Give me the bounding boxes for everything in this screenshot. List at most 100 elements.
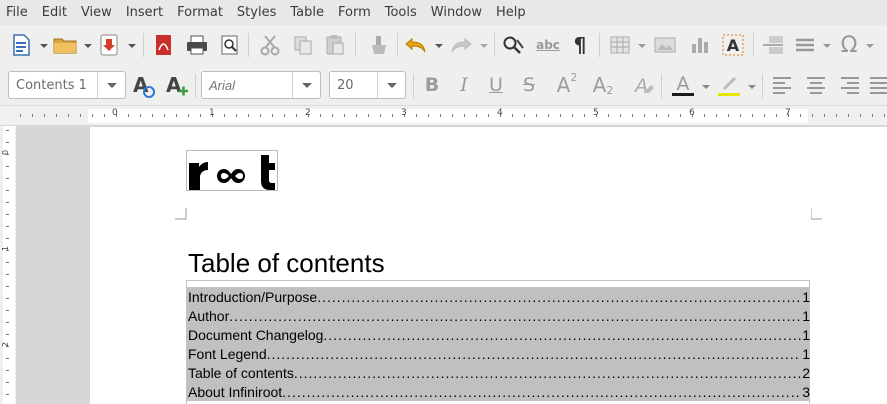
menu-insert[interactable]: Insert xyxy=(120,0,171,25)
open-dropdown-arrow[interactable] xyxy=(84,44,92,48)
font-color-dropdown-arrow[interactable] xyxy=(702,85,710,89)
ruler-tick xyxy=(332,114,333,117)
paste-icon[interactable] xyxy=(322,32,348,58)
menu-form[interactable]: Form xyxy=(332,0,379,25)
new-dropdown-arrow[interactable] xyxy=(40,44,48,48)
undo-dropdown-arrow[interactable] xyxy=(435,44,443,48)
ruler-tick xyxy=(740,114,741,117)
font-name-dropdown[interactable] xyxy=(292,72,320,98)
print-preview-icon[interactable] xyxy=(217,32,243,58)
toc-entry[interactable]: Author .................................… xyxy=(187,306,810,325)
spellcheck-icon[interactable]: abc xyxy=(535,32,561,58)
bold-button[interactable]: B xyxy=(419,72,445,98)
menu-table[interactable]: Table xyxy=(284,0,332,25)
formatting-marks-icon[interactable]: ¶ xyxy=(567,32,593,58)
special-char-dropdown-arrow[interactable] xyxy=(866,44,874,48)
new-document-icon[interactable] xyxy=(8,32,34,58)
save-icon[interactable] xyxy=(96,32,122,58)
field-dropdown-arrow[interactable] xyxy=(823,44,831,48)
redo-dropdown-arrow[interactable] xyxy=(480,44,488,48)
subscript-button[interactable]: A2 xyxy=(590,72,616,98)
vruler-tick xyxy=(6,310,9,311)
vruler-lane xyxy=(3,126,15,404)
toc-leader-dots: ........................................… xyxy=(293,364,801,381)
paragraph-style-combo[interactable]: Contents 1 xyxy=(8,71,126,99)
toc-entry[interactable]: Document Changelog .....................… xyxy=(187,325,810,344)
redo-icon[interactable] xyxy=(448,32,474,58)
ruler-tick xyxy=(224,114,225,117)
paragraph-style-value[interactable]: Contents 1 xyxy=(9,78,97,93)
ruler-tick xyxy=(536,114,537,117)
cut-icon[interactable] xyxy=(257,32,283,58)
menu-window[interactable]: Window xyxy=(425,0,490,25)
toc-entry-title: Introduction/Purpose xyxy=(187,288,318,305)
clear-formatting-icon[interactable]: A xyxy=(631,72,657,98)
spellcheck-label: abc xyxy=(536,38,560,52)
highlight-color-button[interactable] xyxy=(716,72,742,98)
ruler-tick xyxy=(860,114,861,117)
underline-button[interactable]: U xyxy=(483,72,509,98)
font-size-value[interactable]: 20 xyxy=(330,78,377,93)
superscript-letter: A xyxy=(556,73,571,97)
vruler-tick xyxy=(6,394,9,395)
undo-icon[interactable] xyxy=(403,32,429,58)
new-style-icon[interactable]: A xyxy=(164,72,190,98)
print-icon[interactable] xyxy=(184,32,210,58)
ruler-tick xyxy=(380,114,381,117)
toc-leader-dots: ........................................… xyxy=(229,307,802,324)
strikethrough-button[interactable]: S xyxy=(516,72,542,98)
toc-entry[interactable]: Font Legend ............................… xyxy=(187,344,810,363)
insert-chart-icon[interactable] xyxy=(687,32,713,58)
svg-text:A: A xyxy=(633,75,648,97)
toc-entry[interactable]: Table of contents ......................… xyxy=(187,363,810,382)
menu-styles[interactable]: Styles xyxy=(231,0,284,25)
special-character-icon[interactable]: Ω xyxy=(836,32,862,58)
toc-entry[interactable]: About Infiniroot .......................… xyxy=(187,382,810,401)
company-logo[interactable] xyxy=(186,150,278,191)
menu-tools[interactable]: Tools xyxy=(379,0,425,25)
font-size-combo[interactable]: 20 xyxy=(329,71,406,99)
insert-table-icon[interactable] xyxy=(607,32,633,58)
ruler-tick xyxy=(512,114,513,117)
align-left-icon[interactable] xyxy=(769,72,795,98)
font-size-dropdown[interactable] xyxy=(377,72,405,98)
ruler-tick xyxy=(80,114,81,117)
insert-textbox-icon[interactable]: A xyxy=(720,32,746,58)
toc-entry-page: 1 xyxy=(801,326,810,343)
insert-image-icon[interactable] xyxy=(652,32,678,58)
highlight-dropdown-arrow[interactable] xyxy=(748,85,756,89)
copy-icon[interactable] xyxy=(290,32,316,58)
clone-formatting-icon[interactable] xyxy=(366,32,392,58)
table-dropdown-arrow[interactable] xyxy=(638,44,646,48)
superscript-button[interactable]: A2 xyxy=(554,71,580,98)
open-folder-icon[interactable] xyxy=(52,32,78,58)
menu-view[interactable]: View xyxy=(75,0,120,25)
separator xyxy=(762,74,763,98)
italic-button[interactable]: I xyxy=(451,72,477,98)
insert-page-break-icon[interactable] xyxy=(760,32,786,58)
toc-entry[interactable]: Introduction/Purpose ...................… xyxy=(187,287,810,306)
font-name-value[interactable]: Arial xyxy=(202,78,292,93)
toc-heading[interactable]: Table of contents xyxy=(188,248,385,279)
menu-help[interactable]: Help xyxy=(490,0,534,25)
vruler-tick xyxy=(6,238,9,239)
justify-icon[interactable] xyxy=(868,72,887,98)
font-name-combo[interactable]: Arial xyxy=(201,71,321,99)
paragraph-style-dropdown[interactable] xyxy=(97,72,125,98)
find-replace-icon[interactable] xyxy=(501,32,527,58)
align-center-icon[interactable] xyxy=(803,72,829,98)
insert-field-icon[interactable] xyxy=(792,32,818,58)
save-dropdown-arrow[interactable] xyxy=(128,44,136,48)
horizontal-ruler[interactable]: 0 1 2 3 4 5 6 7 xyxy=(0,106,887,126)
vertical-ruler[interactable]: 0 1 2 xyxy=(0,126,17,404)
menu-format[interactable]: Format xyxy=(171,0,231,25)
ruler-tick xyxy=(260,114,261,117)
align-right-icon[interactable] xyxy=(837,72,863,98)
update-style-icon[interactable]: A xyxy=(131,72,157,98)
menu-edit[interactable]: Edit xyxy=(36,0,75,25)
menu-file[interactable]: File xyxy=(0,0,36,25)
font-color-button[interactable]: A xyxy=(670,72,696,98)
separator xyxy=(413,74,414,98)
ruler-tick xyxy=(716,114,717,117)
export-pdf-icon[interactable] xyxy=(150,32,176,58)
